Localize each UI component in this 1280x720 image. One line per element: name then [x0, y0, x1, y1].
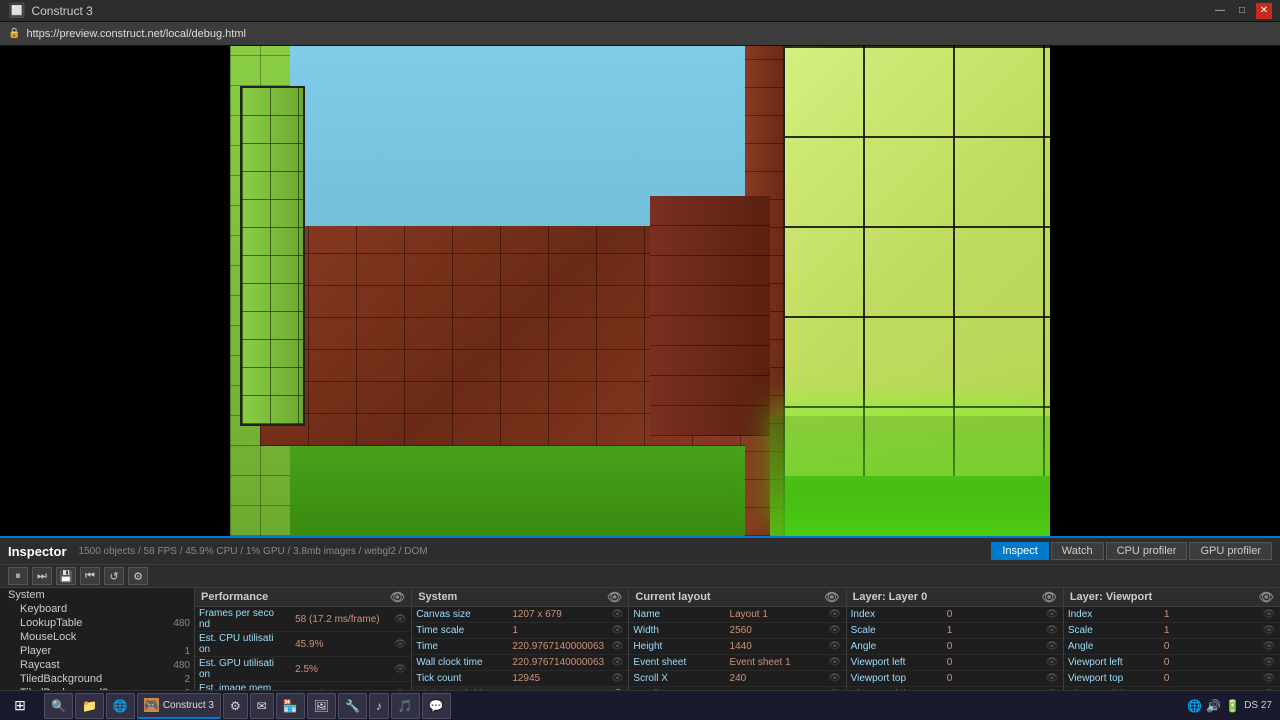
refresh-button[interactable]: ↺ — [104, 567, 124, 585]
system-eye-icon[interactable]: 👁 — [607, 590, 622, 604]
taskbar-items: 🔍 📁 🌐 🎮 Construct 3 ⚙ ✉ 🏪 🖼 🔧 ♪ — [40, 693, 1179, 719]
mail-icon: ✉ — [257, 699, 267, 713]
step-button[interactable]: ⏭ — [32, 567, 52, 585]
inspector-status: 1500 objects / 58 FPS / 45.9% CPU / 1% G… — [79, 546, 428, 557]
extra1-taskbar[interactable]: 🔧 — [338, 693, 367, 719]
layer-viewport-eye-icon[interactable]: 👁 — [1259, 590, 1274, 604]
clock: DS 27 — [1244, 700, 1272, 711]
construct-icon: 🎮 — [144, 698, 159, 712]
taskbar: ⊞ 🔍 📁 🌐 🎮 Construct 3 ⚙ ✉ 🏪 🖼 🔧 — [0, 690, 1280, 720]
store-icon: 🏪 — [283, 699, 298, 713]
settings-taskbar[interactable]: ⚙ — [223, 693, 248, 719]
search-icon: 🔍 — [51, 699, 66, 713]
inspector-tabs[interactable]: Inspect Watch CPU profiler GPU profiler — [991, 542, 1272, 560]
fps-eye-icon[interactable]: 👁 — [393, 614, 407, 625]
save-button[interactable]: 💾 — [56, 567, 76, 585]
start-button[interactable]: ⊞ — [0, 691, 40, 720]
sound-icon[interactable]: 🔊 — [1206, 699, 1221, 713]
lock-icon: 🔒 — [8, 28, 20, 39]
layer0-panel-header: Layer: Layer 0 👁 — [847, 588, 1063, 607]
settings-icon: ⚙ — [230, 699, 241, 713]
folder-icon: 📁 — [82, 699, 97, 713]
layout-panel-header: Current layout 👁 — [629, 588, 845, 607]
pause-button[interactable]: ⏸ — [8, 567, 28, 585]
gpu-eye-icon[interactable]: 👁 — [393, 664, 407, 675]
glowing-block-main — [770, 46, 1050, 476]
music-icon: ♪ — [376, 699, 382, 713]
maximize-button[interactable]: □ — [1234, 3, 1250, 19]
chat-icon: 💬 — [429, 699, 444, 713]
extra2-taskbar[interactable]: ♪ — [369, 693, 389, 719]
obj-raycast[interactable]: Raycast 480 — [0, 658, 194, 672]
minimize-button[interactable]: — — [1212, 3, 1228, 19]
construct-taskbar[interactable]: 🎮 Construct 3 — [137, 693, 221, 719]
glow-grass — [770, 416, 1050, 536]
network-icon[interactable]: 🌐 — [1187, 699, 1202, 713]
perf-fps-row: Frames per second 58 (17.2 ms/frame) 👁 — [195, 607, 411, 632]
obj-system[interactable]: System — [0, 588, 194, 602]
mail-taskbar[interactable]: ✉ — [250, 693, 274, 719]
battery-icon[interactable]: 🔋 — [1225, 699, 1240, 713]
title-bar: 🔲 Construct 3 — □ ✕ — [0, 0, 1280, 22]
tab-cpu-profiler[interactable]: CPU profiler — [1106, 542, 1188, 560]
brick-panel-far-left — [240, 86, 305, 426]
search-taskbar[interactable]: 🔍 — [44, 693, 73, 719]
address-bar: 🔒 https://preview.construct.net/local/de… — [0, 22, 1280, 46]
inspector-title: Inspector — [8, 544, 67, 559]
app-icon: 🔲 — [8, 2, 25, 19]
obj-lookuptable[interactable]: LookupTable 480 — [0, 616, 194, 630]
obj-keyboard[interactable]: Keyboard — [0, 602, 194, 616]
calc-icon: 🔧 — [345, 699, 360, 713]
browser-icon: 🌐 — [113, 699, 128, 713]
perf-cpu-row: Est. CPU utilisation 45.9% 👁 — [195, 632, 411, 657]
performance-eye-icon[interactable]: 👁 — [390, 590, 405, 604]
file-explorer-taskbar[interactable]: 📁 — [75, 693, 104, 719]
close-button[interactable]: ✕ — [1256, 3, 1272, 19]
construct-label: Construct 3 — [163, 700, 214, 711]
tab-watch[interactable]: Watch — [1051, 542, 1104, 560]
url-text: https://preview.construct.net/local/debu… — [26, 28, 1272, 40]
layer0-eye-icon[interactable]: 👁 — [1042, 590, 1057, 604]
inspector-header: Inspector 1500 objects / 58 FPS / 45.9% … — [0, 538, 1280, 565]
performance-panel-header: Performance 👁 — [195, 588, 411, 607]
window-controls[interactable]: — □ ✕ — [1212, 3, 1272, 19]
perf-gpu-row: Est. GPU utilisation 2.5% 👁 — [195, 657, 411, 682]
store-taskbar[interactable]: 🏪 — [276, 693, 305, 719]
inspector-toolbar: ⏸ ⏭ 💾 ⏮ ↺ ⚙ — [0, 565, 1280, 588]
video-icon: 🎵 — [398, 699, 413, 713]
tab-gpu-profiler[interactable]: GPU profiler — [1189, 542, 1272, 560]
obj-tiledbg[interactable]: TiledBackground 2 — [0, 672, 194, 686]
canvas-black-left — [0, 46, 230, 536]
settings-button[interactable]: ⚙ — [128, 567, 148, 585]
canvas-black-right — [1050, 46, 1280, 536]
extra3-taskbar[interactable]: 🎵 — [391, 693, 420, 719]
cpu-eye-icon[interactable]: 👁 — [393, 639, 407, 650]
stone-wall-right — [650, 196, 770, 436]
extra4-taskbar[interactable]: 💬 — [422, 693, 451, 719]
game-canvas — [0, 46, 1280, 536]
layer-viewport-header: Layer: Viewport 👁 — [1064, 588, 1280, 607]
photos-taskbar[interactable]: 🖼 — [307, 693, 336, 719]
window-title: Construct 3 — [31, 4, 1212, 18]
edge-taskbar[interactable]: 🌐 — [106, 693, 135, 719]
game-scene — [230, 46, 1050, 536]
system-panel-header: System 👁 — [412, 588, 628, 607]
tab-inspect[interactable]: Inspect — [991, 542, 1048, 560]
layout-eye-icon[interactable]: 👁 — [824, 590, 839, 604]
obj-player[interactable]: Player 1 — [0, 644, 194, 658]
system-tray: 🌐 🔊 🔋 DS 27 — [1179, 699, 1280, 713]
obj-mouselock[interactable]: MouseLock — [0, 630, 194, 644]
photos-icon: 🖼 — [314, 699, 329, 713]
rewind-button[interactable]: ⏮ — [80, 567, 100, 585]
